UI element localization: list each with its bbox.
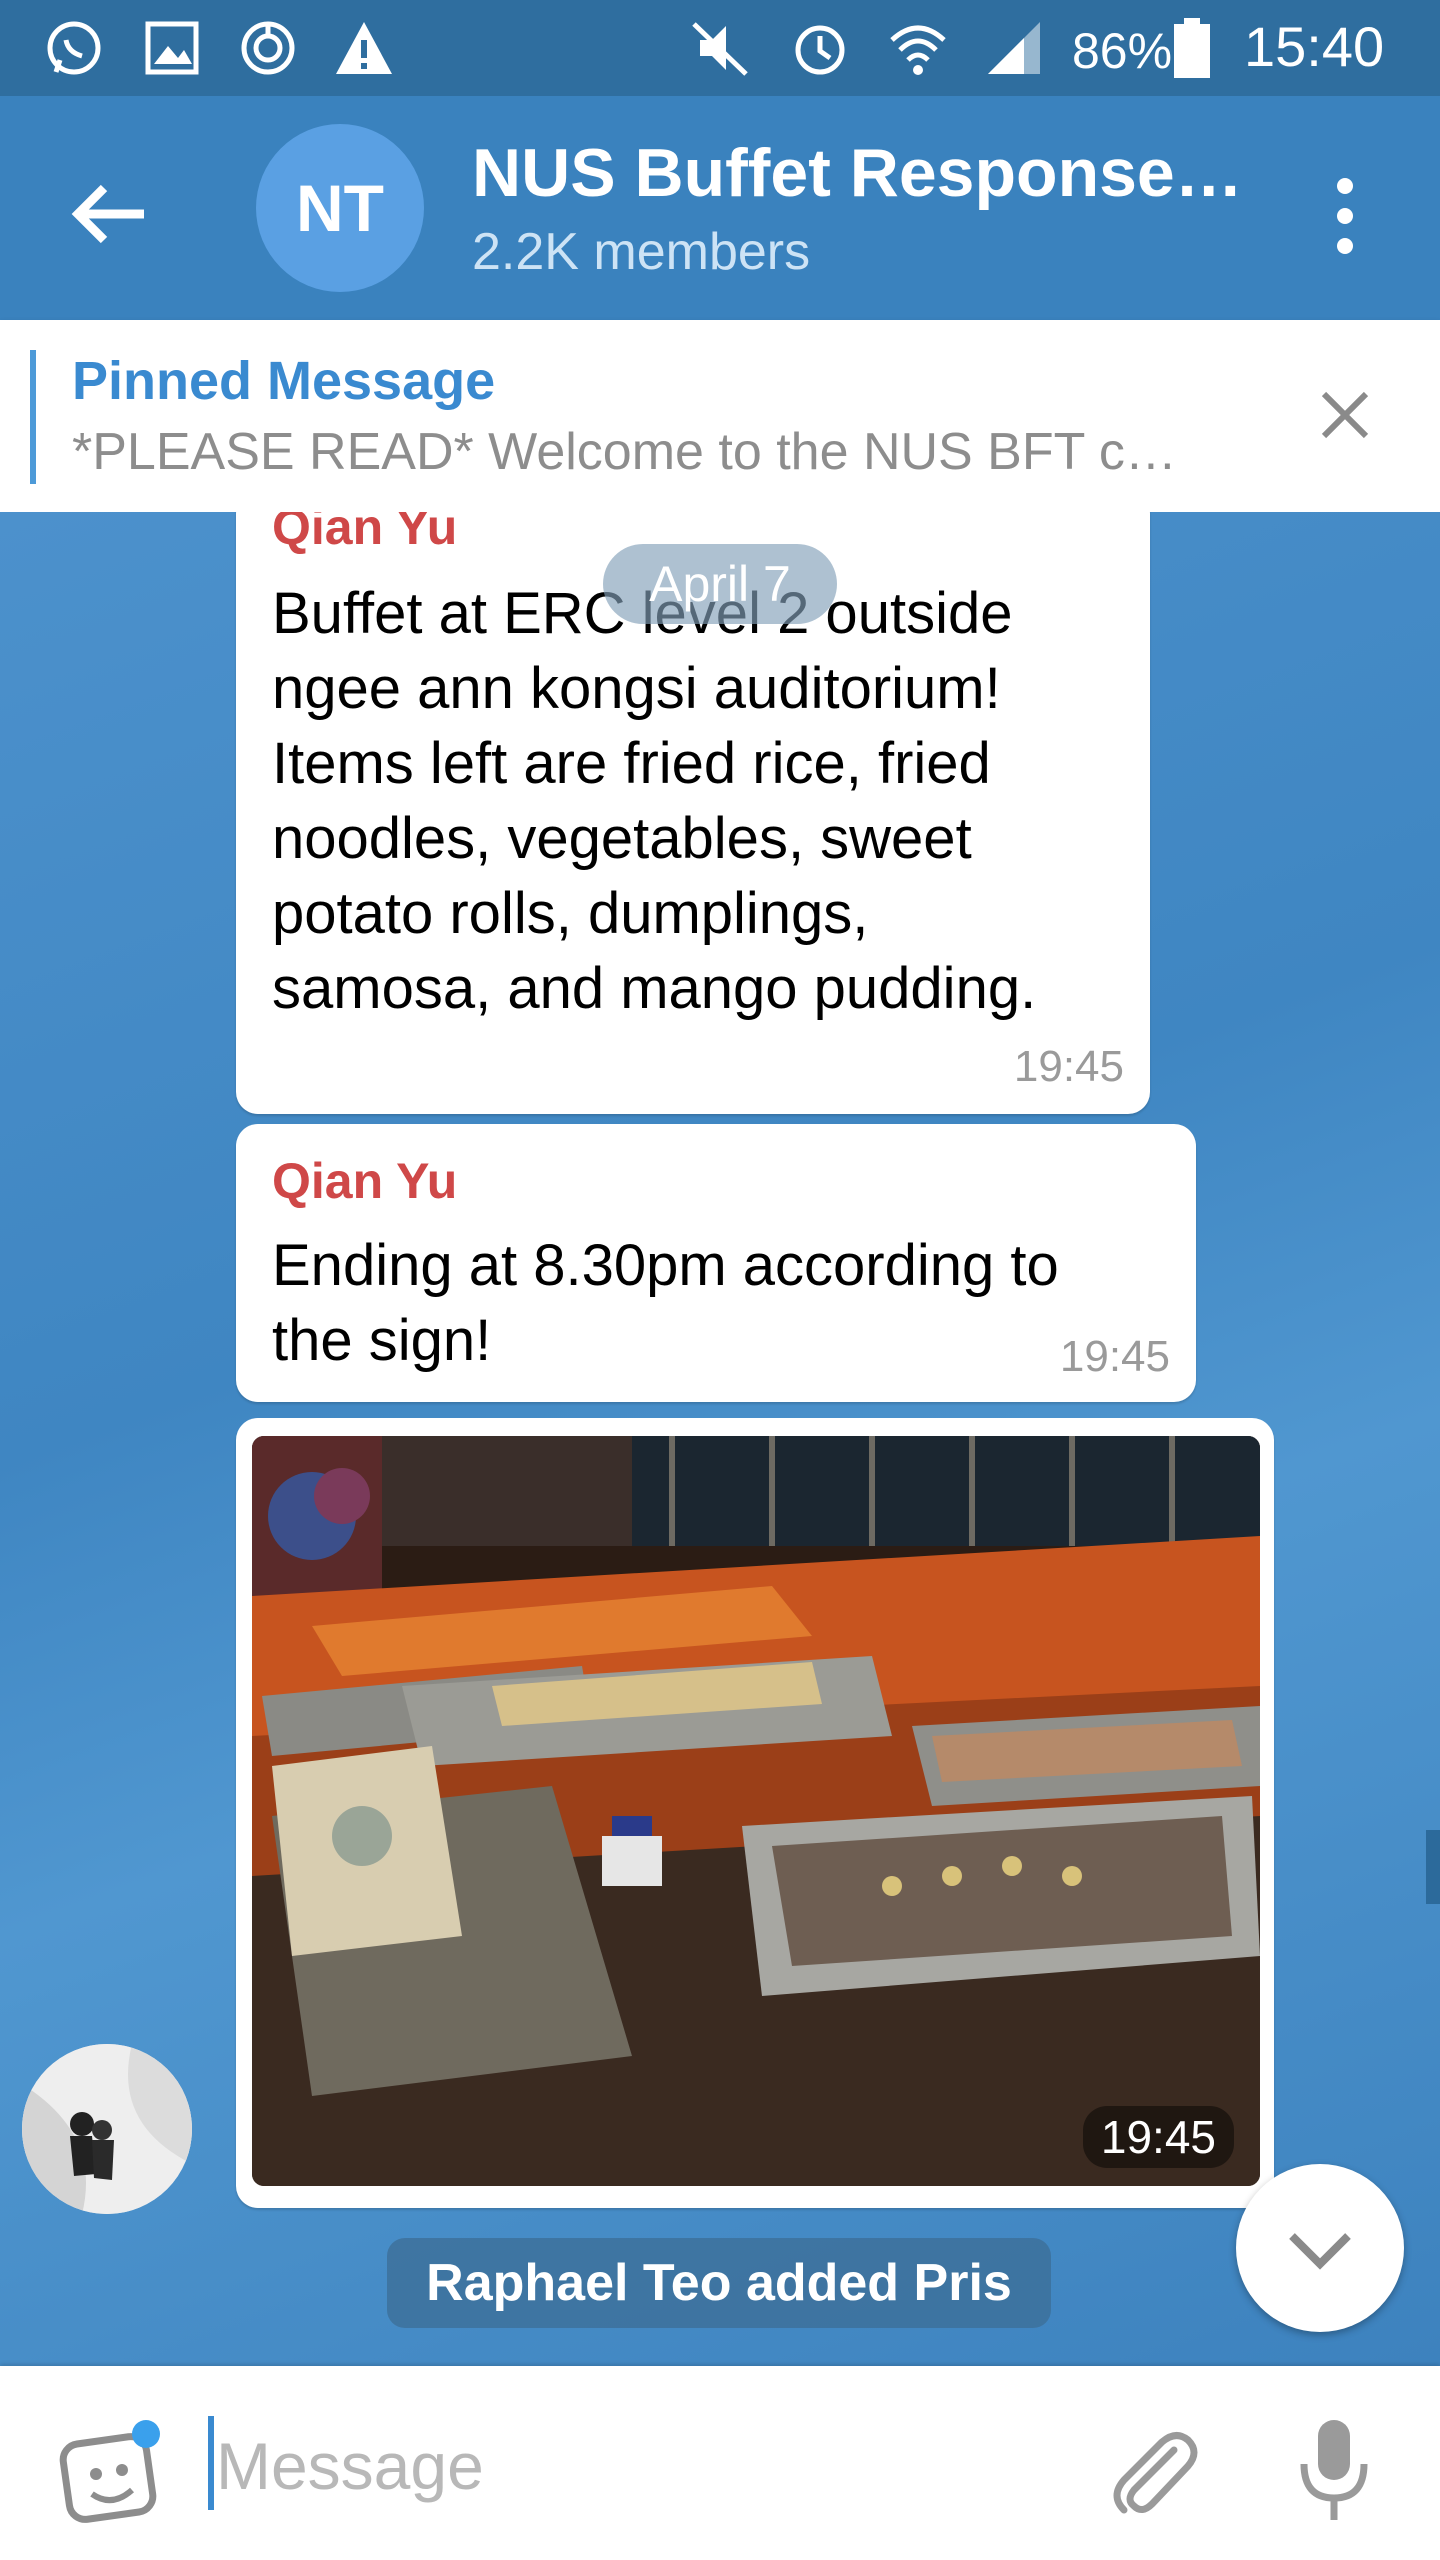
pinned-message-bar[interactable]: Pinned Message *PLEASE READ* Welcome to … [0,320,1440,512]
pinned-accent-bar [30,350,36,484]
member-count: 2.2K members [472,223,811,281]
chat-header: NT NUS Buffet Response… 2.2K members [0,96,1440,320]
signal-icon [988,22,1040,74]
buffet-photo-image [252,1436,1260,2186]
sender-name[interactable]: Qian Yu [272,512,457,556]
message-input-bar [0,2366,1440,2560]
scroll-down-button[interactable] [1236,2164,1404,2332]
microphone-icon[interactable] [1294,2416,1374,2526]
buffet-photo[interactable]: 19:45 [252,1436,1260,2186]
gallery-icon [145,21,199,75]
status-bar: 86% 15:40 [0,0,1440,96]
back-arrow-icon[interactable] [60,164,160,264]
chevron-down-icon [1289,2233,1351,2270]
chat-title[interactable]: NUS Buffet Response… [472,134,1243,212]
message-time: 19:45 [1059,1332,1170,1381]
message-time: 19:45 [1013,1042,1124,1091]
message-input[interactable] [214,2420,1038,2512]
clock: 15:40 [1244,15,1385,78]
message-bubble[interactable]: Qian Yu Ending at 8.30pm according to th… [236,1124,1196,1402]
sticker-icon[interactable] [56,2416,166,2526]
pinned-title: Pinned Message [72,351,496,411]
sender-name[interactable]: Qian Yu [272,1152,457,1210]
message-text: Buffet at ERC level 2 outside ngee ann k… [272,581,1037,1021]
message-text: Ending at 8.30pm according to the sign! [272,1233,1059,1373]
warning-icon [336,22,392,74]
chat-area[interactable]: Qian Yu Buffet at ERC level 2 outside ng… [0,512,1440,2366]
mute-icon [692,22,748,76]
sync-icon [241,21,295,75]
paperclip-icon[interactable] [1104,2426,1200,2522]
date-label: April 7 [603,544,837,624]
sender-avatar[interactable] [22,2044,192,2214]
pinned-preview: *PLEASE READ* Welcome to the NUS BFT c… [72,423,1177,481]
battery-level: 86% [1072,23,1173,79]
whatsapp-icon [47,21,101,75]
wifi-icon [890,25,946,75]
photo-time: 19:45 [1082,2106,1234,2168]
group-avatar[interactable]: NT [256,124,424,292]
more-options-icon[interactable] [1310,166,1380,266]
scrollbar-thumb[interactable] [1426,1830,1440,1904]
system-message: Raphael Teo added Pris [387,2238,1051,2328]
close-icon[interactable] [1310,380,1380,450]
battery-icon [1174,18,1210,78]
alarm-icon [795,25,845,75]
